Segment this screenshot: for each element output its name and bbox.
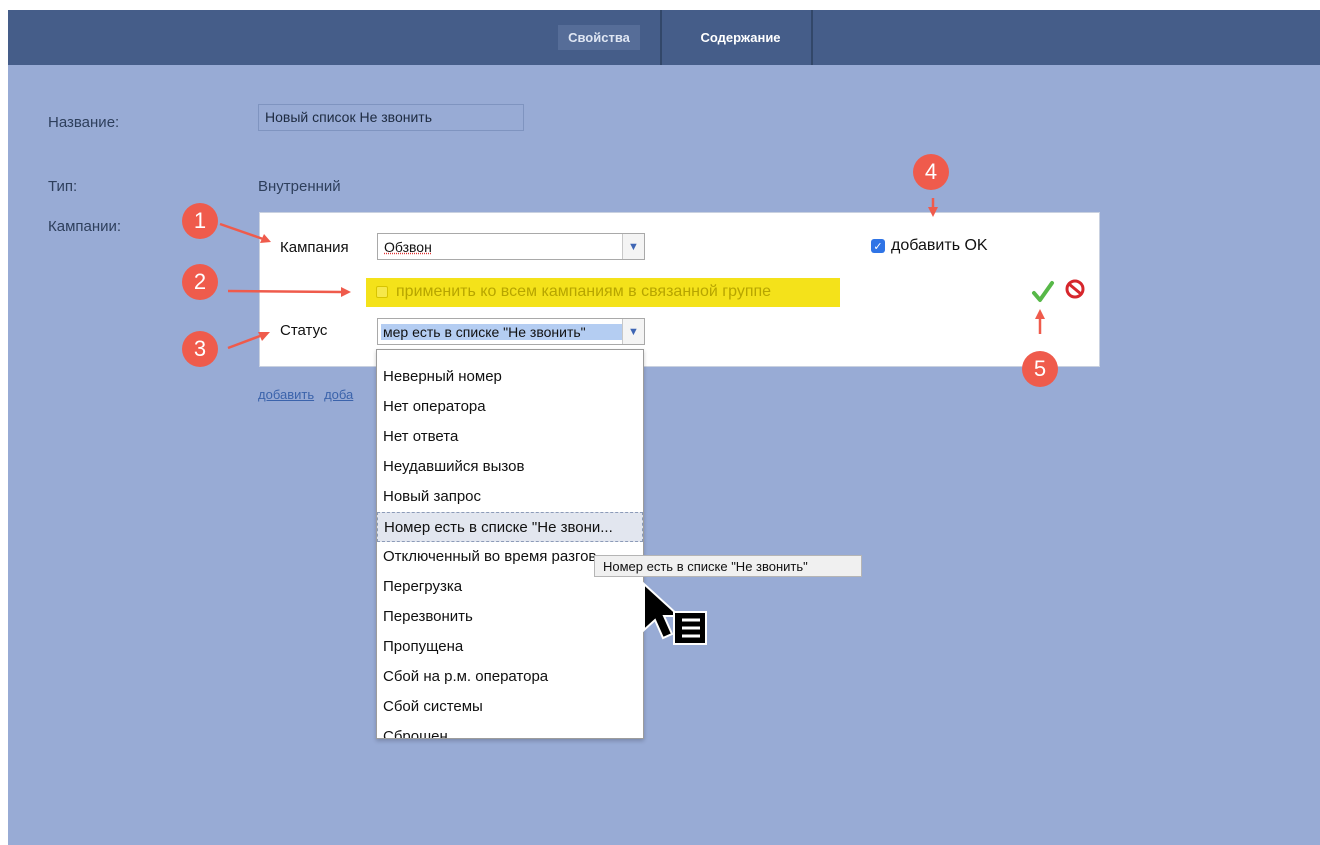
- tab-separator: [660, 10, 662, 65]
- dropdown-option[interactable]: Новый запрос: [377, 482, 643, 512]
- add-link-2[interactable]: доба: [324, 387, 353, 402]
- dropdown-option[interactable]: Сбой системы: [377, 692, 643, 722]
- status-dropdown-list[interactable]: Неверный номер Нет оператора Нет ответа …: [376, 349, 644, 739]
- name-label: Название:: [48, 114, 120, 131]
- annotation-badge-3: 3: [182, 331, 218, 367]
- name-input[interactable]: Новый список Не звонить: [258, 104, 524, 131]
- annotation-arrows: [219, 198, 1045, 645]
- main-canvas: Свойства Содержание Название: Новый спис…: [8, 10, 1320, 845]
- dropdown-option[interactable]: Пропущена: [377, 632, 643, 662]
- dropdown-option-selected[interactable]: Номер есть в списке "Не звони...: [377, 512, 643, 542]
- panel-icons: [1032, 279, 1085, 302]
- dropdown-option[interactable]: Сбой на р.м. оператора: [377, 662, 643, 692]
- annotation-badge-5: 5: [1022, 351, 1058, 387]
- cursor-icon: [643, 581, 707, 645]
- dropdown-option[interactable]: Неудавшийся вызов: [377, 452, 643, 482]
- annotation-badge-2: 2: [182, 264, 218, 300]
- cancel-icon[interactable]: [1065, 279, 1085, 299]
- top-navigation-bar: Свойства Содержание: [8, 10, 1320, 65]
- annotation-badge-4: 4: [913, 154, 949, 190]
- dropdown-option[interactable]: Перезвонить: [377, 602, 643, 632]
- add-links: добавить доба: [258, 387, 363, 402]
- tab-properties[interactable]: Свойства: [553, 10, 645, 65]
- tab-properties-label: Свойства: [558, 25, 640, 50]
- tooltip: Номер есть в списке "Не звонить": [594, 555, 862, 577]
- tab-content-label: Содержание: [700, 30, 781, 45]
- add-link[interactable]: добавить: [258, 387, 314, 402]
- dropdown-option[interactable]: Сброшен: [377, 722, 643, 738]
- dropdown-option-partial[interactable]: [377, 350, 643, 362]
- campaign-panel: Кампания Обзвон ▼ применить ко всем камп…: [259, 212, 1100, 367]
- annotation-badge-1: 1: [182, 203, 218, 239]
- checkmark-icon[interactable]: [1032, 281, 1054, 302]
- dropdown-option[interactable]: Нет ответа: [377, 422, 643, 452]
- tab-content[interactable]: Содержание: [668, 10, 813, 65]
- dropdown-option[interactable]: Неверный номер: [377, 362, 643, 392]
- campaigns-label: Кампании:: [48, 218, 122, 235]
- dropdown-option[interactable]: Нет оператора: [377, 392, 643, 422]
- type-label: Тип:: [48, 178, 78, 195]
- type-value: Внутренний: [258, 178, 341, 195]
